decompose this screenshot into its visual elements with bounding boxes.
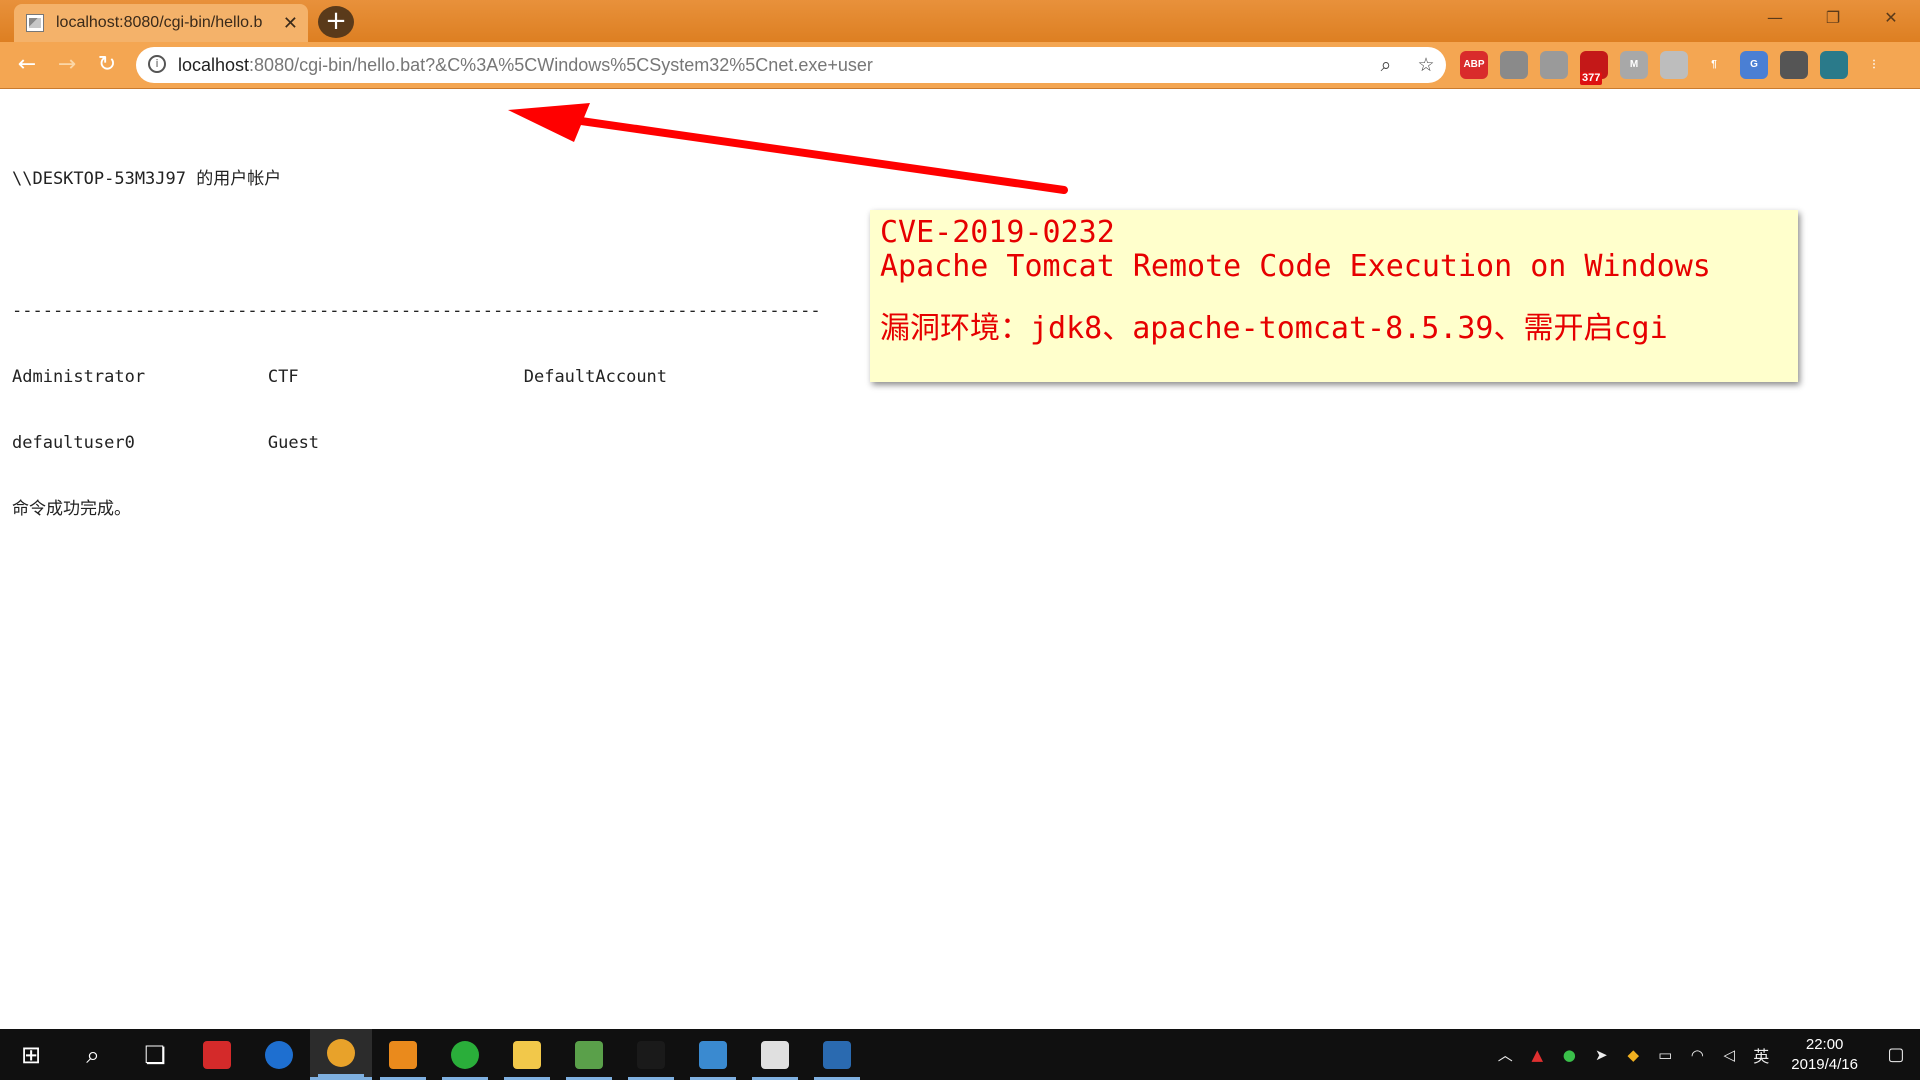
tray-shield-icon[interactable]: ◆ [1621, 1046, 1645, 1064]
tab-title: localhost:8080/cgi-bin/hello.b [56, 14, 263, 31]
browser-title-bar: localhost:8080/cgi-bin/hello.b ✕ + — ❐ ✕ [0, 0, 1920, 42]
site-info-icon[interactable]: i [148, 55, 166, 73]
taskbar-wps-icon[interactable] [186, 1029, 248, 1080]
output-row-2: defaultuser0 Guest [12, 433, 320, 453]
taskbar-java-icon[interactable] [744, 1029, 806, 1080]
tray-expand-icon[interactable]: ︿ [1493, 1044, 1517, 1065]
notification-center-icon[interactable]: ▢ [1876, 1044, 1916, 1065]
page-content: \\DESKTOP-53M3J97 的用户帐户 ----------------… [0, 89, 1920, 1029]
output-separator: ----------------------------------------… [12, 301, 821, 321]
callout-environment: 漏洞环境：jdk8、apache-tomcat-8.5.39、需开启cgi [880, 311, 1668, 346]
tray-send-icon[interactable]: ➤ [1589, 1046, 1613, 1064]
restore-button[interactable]: ❐ [1804, 0, 1862, 36]
wechat-app-glyph [451, 1040, 479, 1069]
minimize-button[interactable]: — [1746, 0, 1804, 36]
taskbar-mycomputer-icon[interactable] [682, 1029, 744, 1080]
extension-pilcrow-icon[interactable]: ¶ [1700, 51, 1728, 79]
output-footer: 命令成功完成。 [12, 499, 131, 519]
taskbar-search-icon[interactable]: ⌕ [62, 1029, 124, 1080]
reload-button[interactable]: ↻ [92, 50, 122, 80]
tray-wechat-icon[interactable]: ● [1557, 1046, 1581, 1064]
close-window-button[interactable]: ✕ [1862, 0, 1920, 36]
tab-close-icon[interactable]: ✕ [283, 4, 298, 42]
notepad-app-glyph [575, 1040, 603, 1069]
java-app-glyph [761, 1040, 789, 1069]
wps-app-glyph [203, 1040, 231, 1069]
bookmark-star-icon[interactable]: ☆ [1411, 50, 1441, 80]
extension-chat-icon[interactable] [1540, 51, 1568, 79]
chrome-app-glyph [327, 1039, 355, 1067]
virtualbox-app-glyph [823, 1040, 851, 1069]
extension-clock-icon[interactable] [1780, 51, 1808, 79]
tray-volume-icon[interactable]: ◁ [1717, 1046, 1741, 1064]
address-url[interactable]: localhost:8080/cgi-bin/hello.bat?&C%3A%5… [178, 47, 873, 83]
taskbar-edge-icon[interactable] [248, 1029, 310, 1080]
taskbar-terminal-icon[interactable] [620, 1029, 682, 1080]
window-controls: — ❐ ✕ [1746, 0, 1920, 36]
extension-abp-icon[interactable]: ABP [1460, 51, 1488, 79]
zoom-icon[interactable]: ⌕ [1371, 50, 1401, 80]
callout-title: Apache Tomcat Remote Code Execution on W… [880, 249, 1711, 284]
extension-menu-icon[interactable]: ⋮ [1860, 51, 1888, 79]
callout-cve: CVE-2019-0232 [880, 215, 1115, 250]
address-host: localhost [178, 55, 250, 75]
explorer-app-glyph [513, 1040, 541, 1069]
terminal-app-glyph [637, 1040, 665, 1069]
system-tray: ︿ ▲ ● ➤ ◆ ▭ ◠ ◁ 英 22:00 2019/4/16 ▢ [1489, 1029, 1920, 1080]
address-path: :8080/cgi-bin/hello.bat?&C%3A%5CWindows%… [249, 55, 873, 75]
taskbar-sublime-icon[interactable] [372, 1029, 434, 1080]
extension-badge: 377 [1580, 72, 1603, 85]
output-header: \\DESKTOP-53M3J97 的用户帐户 [12, 169, 282, 189]
extension-profile-icon[interactable] [1820, 51, 1848, 79]
taskbar-start-icon[interactable]: ⊞ [0, 1029, 62, 1080]
taskbar-chrome-icon[interactable] [310, 1029, 372, 1080]
mycomputer-app-glyph [699, 1040, 727, 1069]
annotation-callout: CVE-2019-0232 Apache Tomcat Remote Code … [870, 210, 1798, 382]
clock-date: 2019/4/16 [1791, 1055, 1858, 1073]
taskbar-notepad-icon[interactable] [558, 1029, 620, 1080]
tray-wps-icon[interactable]: ▲ [1525, 1046, 1549, 1064]
command-output: \\DESKTOP-53M3J97 的用户帐户 ----------------… [12, 124, 821, 564]
browser-toolbar: ← → ↻ i localhost:8080/cgi-bin/hello.bat… [0, 42, 1920, 89]
tray-ime-indicator[interactable]: 英 [1749, 1043, 1773, 1067]
extension-translate-icon[interactable]: G [1740, 51, 1768, 79]
address-bar[interactable]: i localhost:8080/cgi-bin/hello.bat?&C%3A… [136, 47, 1446, 83]
taskbar-task-view-icon[interactable]: ❏ [124, 1029, 186, 1080]
windows-taskbar: ︿ ▲ ● ➤ ◆ ▭ ◠ ◁ 英 22:00 2019/4/16 ▢ ⊞ ⌕ ❏ [0, 1029, 1920, 1080]
taskbar-virtualbox-icon[interactable] [806, 1029, 868, 1080]
taskbar-explorer-icon[interactable] [496, 1029, 558, 1080]
new-tab-button[interactable]: + [318, 6, 354, 38]
sublime-app-glyph [389, 1040, 417, 1069]
edge-app-glyph [265, 1040, 293, 1069]
page-favicon-icon [26, 14, 44, 32]
forward-button[interactable]: → [52, 50, 82, 80]
extension-grid-icon[interactable] [1660, 51, 1688, 79]
taskbar-wechat-icon[interactable] [434, 1029, 496, 1080]
browser-tab[interactable]: localhost:8080/cgi-bin/hello.b ✕ [14, 4, 308, 42]
extensions-bar: ABP 377 M ¶ G ⋮ [1460, 51, 1888, 85]
taskbar-clock[interactable]: 22:00 2019/4/16 [1791, 1035, 1858, 1075]
tray-battery-icon[interactable]: ▭ [1653, 1046, 1677, 1064]
extension-mail-icon[interactable]: 377 [1580, 51, 1608, 85]
back-button[interactable]: ← [12, 50, 42, 80]
output-row-1: Administrator CTF DefaultAccount [12, 367, 668, 387]
extension-globe-icon[interactable] [1500, 51, 1528, 79]
tray-wifi-icon[interactable]: ◠ [1685, 1046, 1709, 1064]
clock-time: 22:00 [1805, 1035, 1844, 1053]
running-indicator [318, 1074, 364, 1077]
extension-m-icon[interactable]: M [1620, 51, 1648, 79]
